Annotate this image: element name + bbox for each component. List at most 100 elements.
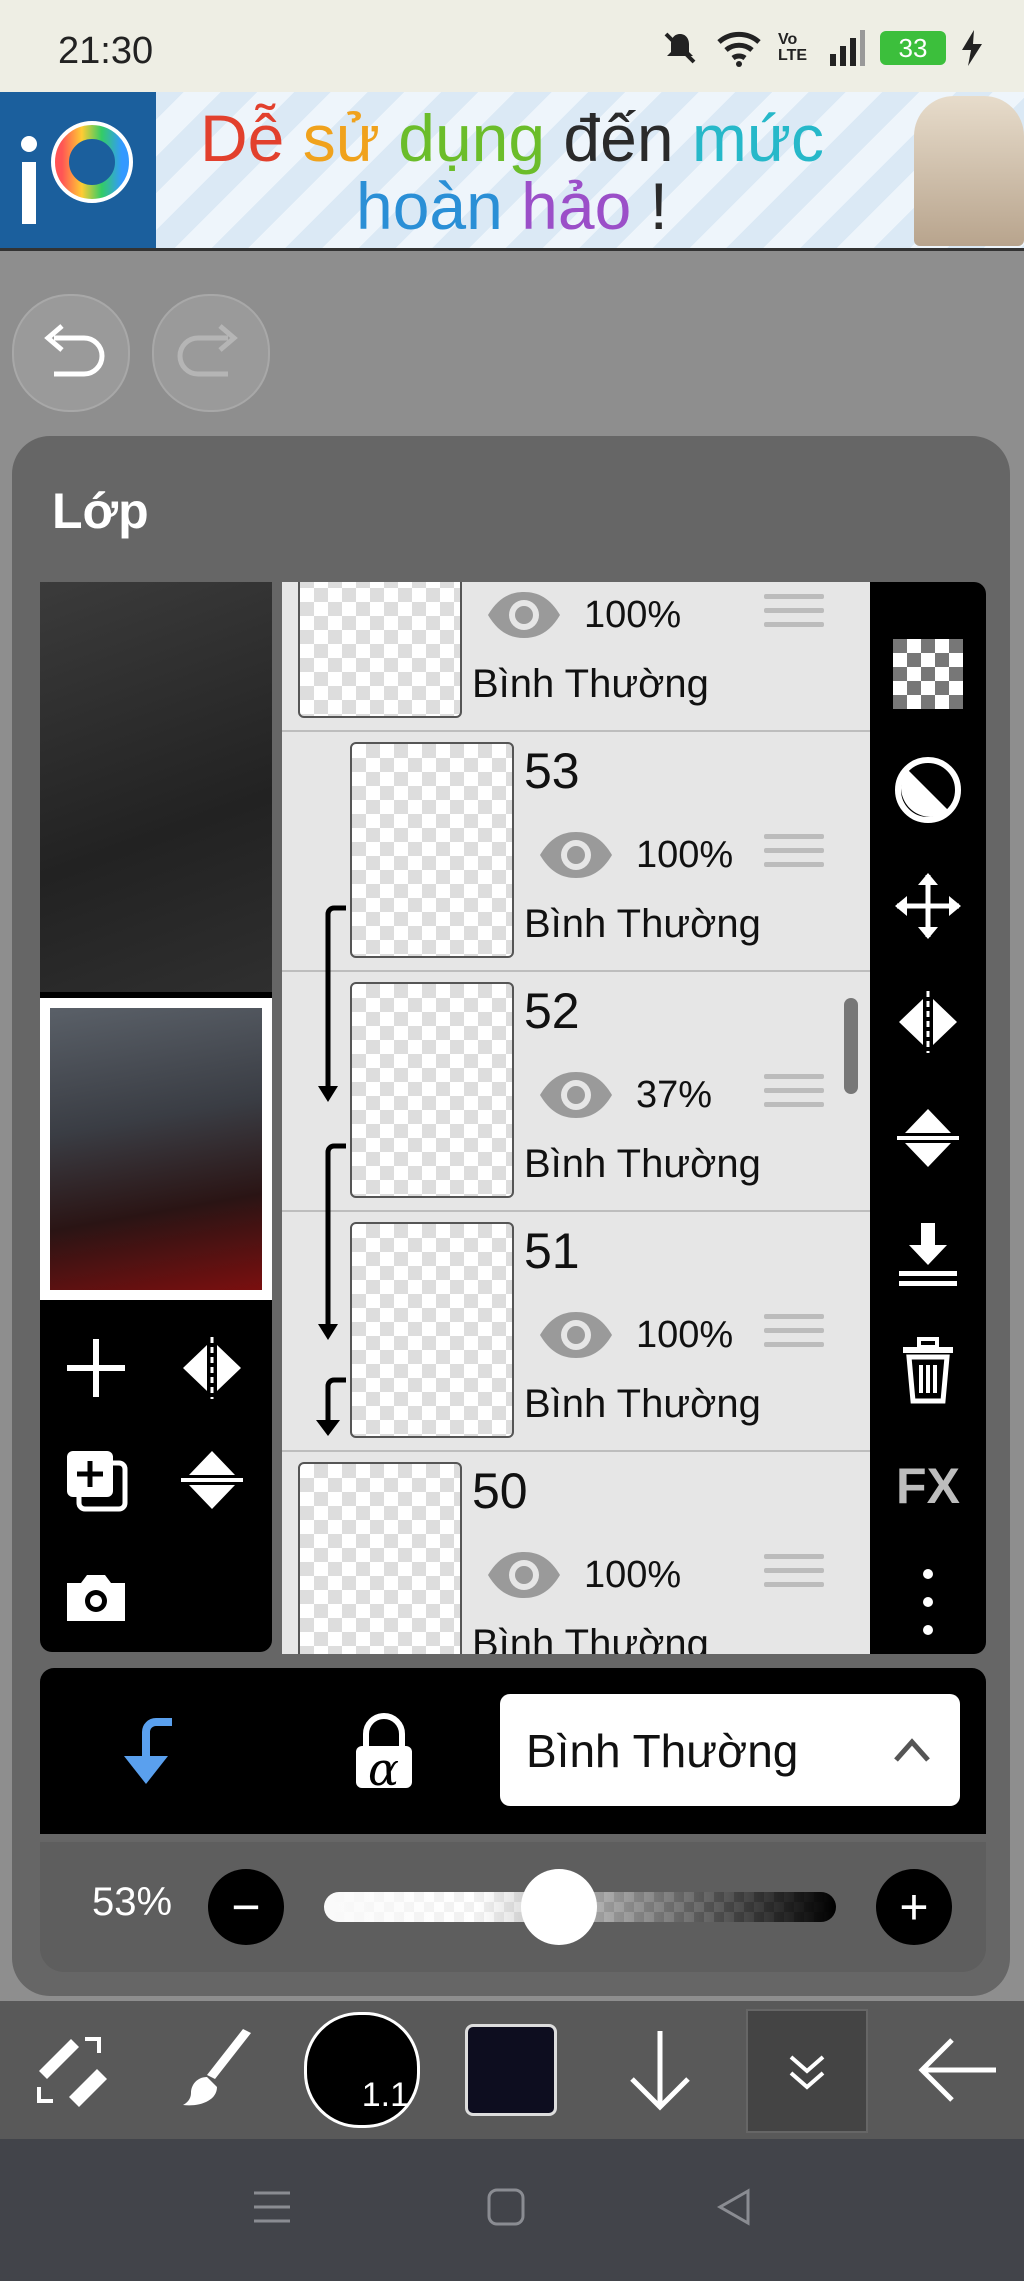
layer-thumbnail[interactable]: [350, 742, 514, 958]
brush-size-circle: 1.1: [304, 2012, 420, 2128]
banner-character-image: [914, 96, 1024, 246]
banner-word: hảo: [521, 169, 632, 243]
redo-button[interactable]: [152, 294, 270, 412]
app-logo: [0, 92, 156, 248]
plus-icon: [67, 1339, 125, 1397]
drag-handle-icon[interactable]: [764, 1074, 824, 1114]
brush-size-button[interactable]: 1.1: [302, 2001, 422, 2139]
flip-vertical-button[interactable]: [888, 1098, 968, 1178]
ad-banner[interactable]: Dễ sử dụng đến mức hoàn hảo !: [0, 92, 1024, 251]
home-icon[interactable]: [484, 2185, 528, 2229]
more-options-button[interactable]: [888, 1562, 968, 1642]
visibility-eye-icon[interactable]: [484, 1548, 564, 1602]
alpha-lock-button[interactable]: α: [344, 1712, 424, 1796]
undo-button[interactable]: [12, 294, 130, 412]
move-layer-button[interactable]: [888, 866, 968, 946]
layer-name: 52: [524, 983, 580, 1039]
layer-row[interactable]: 53 100% Bình Thường: [282, 730, 870, 972]
flip-horizontal-button[interactable]: [888, 982, 968, 1062]
flip-layer-vertical-button[interactable]: [172, 1440, 252, 1520]
layer-thumbnail[interactable]: [298, 582, 462, 718]
flip-vertical-icon: [897, 1109, 959, 1167]
layer-thumbnail[interactable]: [350, 982, 514, 1198]
drag-handle-icon[interactable]: [764, 1554, 824, 1594]
opacity-decrease-button[interactable]: −: [208, 1869, 284, 1945]
alpha-symbol: α: [368, 1742, 400, 1796]
minus-icon: −: [231, 1879, 261, 1935]
fx-button[interactable]: FX: [888, 1446, 968, 1526]
duplicate-layer-button[interactable]: [56, 1440, 136, 1520]
merge-down-icon: [899, 1223, 957, 1286]
redo-icon: [177, 324, 238, 377]
color-picker-button[interactable]: [456, 2001, 566, 2139]
layer-row[interactable]: 100% Bình Thường: [282, 582, 870, 732]
banner-headline-line1: Dễ sử dụng đến mức: [200, 100, 824, 176]
arrow-left-icon: [918, 2038, 996, 2102]
banner-word: mức: [691, 101, 825, 175]
flip-layer-horizontal-button[interactable]: [172, 1328, 252, 1408]
layer-list-scrollbar[interactable]: [844, 998, 858, 1094]
drag-handle-icon[interactable]: [764, 1314, 824, 1354]
undo-icon: [44, 324, 105, 377]
layer-thumbnail[interactable]: [350, 1222, 514, 1438]
layer-name: 53: [524, 743, 580, 799]
layer-opacity: 100%: [584, 594, 682, 636]
canvas-thumbnail-strip: [40, 582, 272, 992]
move-icon: [895, 873, 961, 939]
blend-mode-select[interactable]: Bình Thường: [500, 1694, 960, 1806]
canvas-preview[interactable]: [40, 998, 272, 1300]
clock: 21:30: [58, 30, 154, 72]
banner-word: dụng: [398, 101, 564, 175]
layer-list[interactable]: 100% Bình Thường 53 100% Bình Thường 52 37% Bìn…: [282, 582, 870, 1654]
blend-mode-value: Bình Thường: [526, 1725, 799, 1777]
camera-icon: [67, 1575, 125, 1621]
current-color-swatch: [465, 2024, 557, 2116]
artwork-thumbnail: [50, 1008, 262, 1290]
visibility-eye-icon[interactable]: [484, 588, 564, 642]
opacity-increase-button[interactable]: +: [876, 1869, 952, 1945]
flip-horizontal-icon: [899, 991, 957, 1053]
brush-tool-button[interactable]: [150, 2001, 290, 2139]
transparent-fill-button[interactable]: [888, 634, 968, 714]
drag-handle-icon[interactable]: [764, 834, 824, 874]
clear-layer-button[interactable]: [888, 750, 968, 830]
banner-word: đến: [563, 101, 692, 175]
layer-thumbnail[interactable]: [298, 1462, 462, 1654]
tool-switch-button[interactable]: [0, 2001, 140, 2139]
bottom-toolbar: 1.1: [0, 2001, 1024, 2139]
clipping-button[interactable]: [112, 1712, 192, 1792]
layer-menu-button[interactable]: [746, 2009, 868, 2133]
checker-icon: [893, 639, 963, 709]
banner-word: hoàn: [356, 169, 522, 243]
charging-icon: [962, 30, 982, 66]
visibility-eye-icon[interactable]: [536, 1308, 616, 1362]
opacity-slider-thumb[interactable]: [521, 1869, 598, 1945]
banner-headline-line2: hoàn hảo !: [356, 168, 668, 244]
opacity-label: 53%: [92, 1880, 173, 1924]
chevron-up-icon: [894, 1738, 930, 1762]
visibility-eye-icon[interactable]: [536, 828, 616, 882]
add-layer-button[interactable]: [56, 1328, 136, 1408]
recent-apps-icon[interactable]: [250, 2185, 294, 2229]
layer-opacity: 100%: [584, 1554, 682, 1596]
merge-down-button[interactable]: [888, 1214, 968, 1294]
back-button[interactable]: [890, 2001, 1024, 2139]
delete-layer-button[interactable]: [888, 1330, 968, 1410]
layer-row[interactable]: 51 100% Bình Thường: [282, 1210, 870, 1452]
layer-down-button[interactable]: [600, 2001, 720, 2139]
visibility-eye-icon[interactable]: [536, 1068, 616, 1122]
camera-import-button[interactable]: [56, 1556, 136, 1636]
clipping-arrow-icon: [124, 1718, 172, 1784]
banner-word: !: [631, 169, 668, 243]
layer-blend-mode: Bình Thường: [524, 1382, 761, 1426]
layer-opacity: 100%: [636, 1314, 734, 1356]
drag-handle-icon[interactable]: [764, 594, 824, 634]
clipping-indicator-icon: [316, 905, 346, 1436]
layer-blend-mode: Bình Thường: [524, 902, 761, 946]
signal-icon: [830, 30, 865, 66]
layer-row[interactable]: 52 37% Bình Thường: [282, 970, 870, 1212]
back-nav-icon[interactable]: [712, 2185, 756, 2229]
mute-icon: [664, 32, 696, 64]
layer-row[interactable]: 50 100% Bình Thường: [282, 1450, 870, 1654]
plus-icon: +: [899, 1879, 929, 1935]
